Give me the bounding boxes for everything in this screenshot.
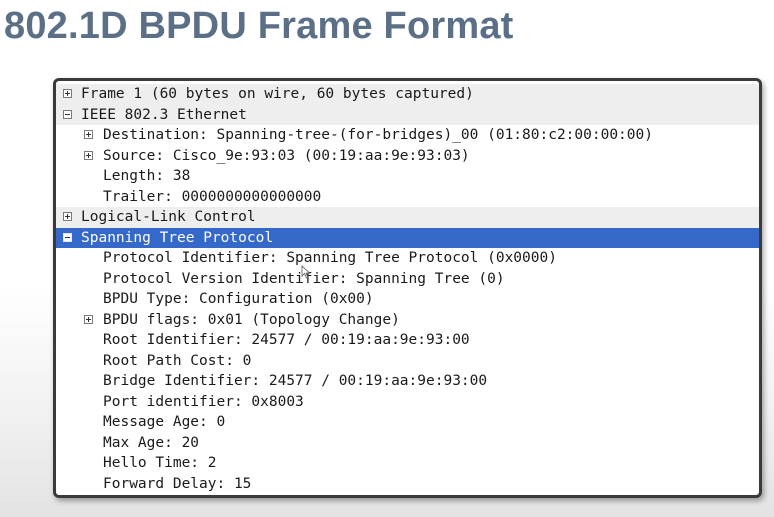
expand-plus-icon[interactable]: [63, 89, 72, 98]
tree-row-port-identifier[interactable]: Port identifier: 0x8003: [56, 392, 759, 413]
tree-row-label: Bridge Identifier: 24577 / 00:19:aa:9e:9…: [103, 373, 488, 389]
tree-row-label: Spanning Tree Protocol: [81, 229, 274, 246]
tree-row-label: Root Path Cost: 0: [103, 352, 252, 369]
mouse-cursor-icon: [301, 265, 311, 279]
tree-row-label: Protocol Identifier: Spanning Tree Proto…: [103, 250, 557, 266]
expand-plus-icon[interactable]: [84, 130, 93, 139]
tree-row-forward-delay[interactable]: Forward Delay: 15: [56, 474, 759, 495]
tree-row-message-age[interactable]: Message Age: 0: [56, 412, 759, 433]
tree-row-label: Logical-Link Control: [81, 209, 256, 225]
tree-row-protocol-version[interactable]: Protocol Version Identifier: Spanning Tr…: [56, 269, 759, 290]
tree-row-bpdu-flags[interactable]: BPDU flags: 0x01 (Topology Change): [56, 310, 759, 331]
tree-row-destination[interactable]: Destination: Spanning-tree-(for-bridges)…: [56, 125, 759, 146]
expand-plus-icon[interactable]: [63, 212, 72, 221]
tree-row-label: BPDU flags: 0x01 (Topology Change): [103, 311, 400, 328]
collapse-minus-icon[interactable]: [63, 232, 72, 242]
tree-row-label: BPDU Type: Configuration (0x00): [103, 291, 374, 307]
tree-row-protocol-identifier[interactable]: Protocol Identifier: Spanning Tree Proto…: [56, 248, 759, 269]
tree-row-source[interactable]: Source: Cisco_9e:93:03 (00:19:aa:9e:93:0…: [56, 146, 759, 167]
tree-row-label: Destination: Spanning-tree-(for-bridges)…: [103, 127, 653, 143]
tree-row-label: IEEE 802.3 Ethernet: [81, 106, 247, 123]
tree-row-stp[interactable]: Spanning Tree Protocol: [56, 227, 759, 248]
tree-row-label: Length: 38: [103, 168, 191, 184]
tree-row-bridge-identifier[interactable]: Bridge Identifier: 24577 / 00:19:aa:9e:9…: [56, 371, 759, 392]
tree-row-root-identifier[interactable]: Root Identifier: 24577 / 00:19:aa:9e:93:…: [56, 330, 759, 351]
tree-row-label: Message Age: 0: [103, 414, 226, 430]
tree-row-label: Source: Cisco_9e:93:03 (00:19:aa:9e:93:0…: [103, 147, 470, 164]
tree-row-max-age[interactable]: Max Age: 20: [56, 433, 759, 454]
tree-row-label: Port identifier: 0x8003: [103, 393, 304, 410]
expand-plus-icon[interactable]: [84, 314, 93, 324]
tree-row-label: Root Identifier: 24577 / 00:19:aa:9e:93:…: [103, 332, 470, 348]
tree-row-length[interactable]: Length: 38: [56, 166, 759, 187]
tree-row-llc[interactable]: Logical-Link Control: [56, 207, 759, 228]
tree-row-trailer[interactable]: Trailer: 0000000000000000: [56, 187, 759, 208]
tree-row-label: Hello Time: 2: [103, 455, 217, 471]
expand-plus-icon[interactable]: [84, 150, 93, 160]
collapse-minus-icon[interactable]: [63, 109, 72, 119]
packet-details-pane[interactable]: Frame 1 (60 bytes on wire, 60 bytes capt…: [53, 78, 762, 498]
packet-details-tree: Frame 1 (60 bytes on wire, 60 bytes capt…: [56, 84, 759, 494]
slide-title: 802.1D BPDU Frame Format: [4, 5, 514, 47]
tree-row-root-path-cost[interactable]: Root Path Cost: 0: [56, 351, 759, 372]
tree-row-label: Max Age: 20: [103, 434, 200, 451]
tree-row-ethernet[interactable]: IEEE 802.3 Ethernet: [56, 104, 759, 125]
tree-row-label: Frame 1 (60 bytes on wire, 60 bytes capt…: [81, 86, 474, 102]
tree-row-hello-time[interactable]: Hello Time: 2: [56, 453, 759, 474]
tree-row-frame[interactable]: Frame 1 (60 bytes on wire, 60 bytes capt…: [56, 84, 759, 105]
tree-row-label: Forward Delay: 15: [103, 475, 252, 492]
tree-row-bpdu-type[interactable]: BPDU Type: Configuration (0x00): [56, 289, 759, 310]
tree-row-label: Trailer: 0000000000000000: [103, 188, 322, 205]
